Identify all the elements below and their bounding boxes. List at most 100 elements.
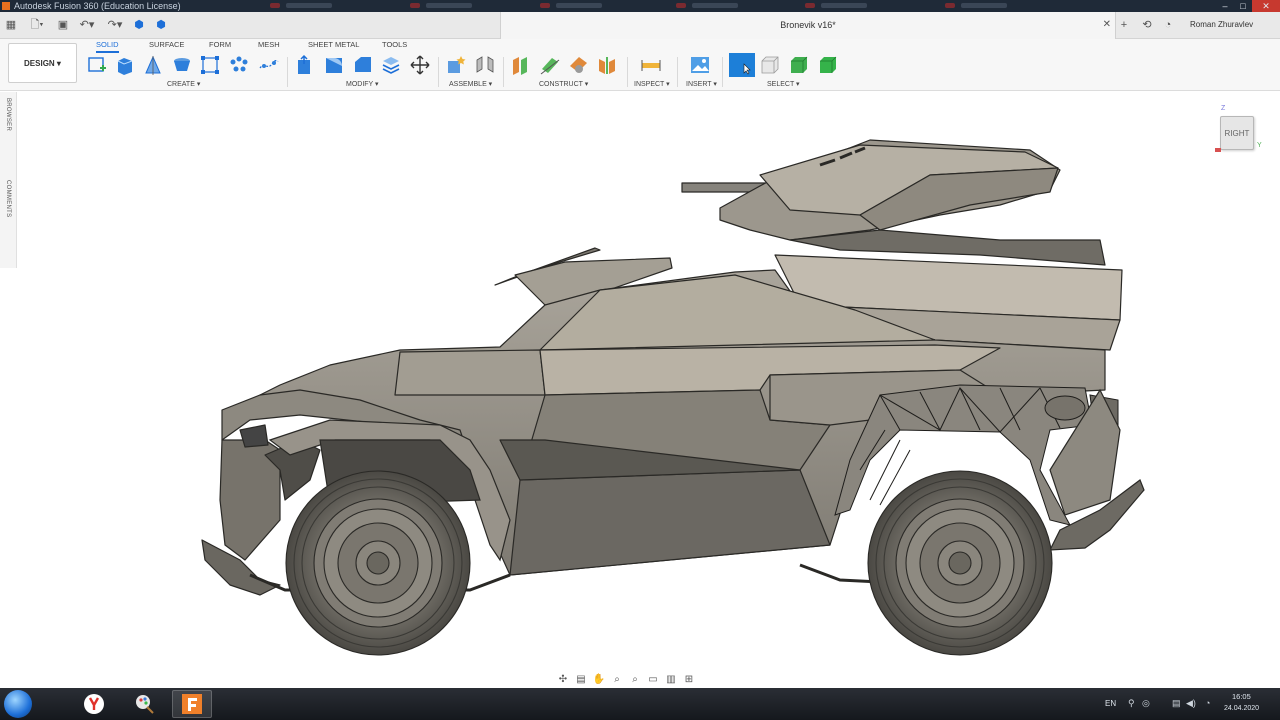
select-box-icon[interactable] xyxy=(759,54,781,76)
tab-solid[interactable]: SOLID xyxy=(96,40,119,53)
background-tab-icon xyxy=(805,3,815,8)
viewports-icon[interactable]: ⊞ xyxy=(681,673,697,687)
browser-panel-toggle[interactable]: BROWSER xyxy=(5,98,11,131)
plane-at-angle-icon[interactable] xyxy=(539,54,561,76)
group-separator xyxy=(722,57,723,87)
tray-expand-icon[interactable]: ⚲ xyxy=(1128,698,1135,709)
pan-hand-icon[interactable]: ✋ xyxy=(591,673,607,687)
group-modify[interactable]: MODIFY ▾ xyxy=(346,80,379,88)
undo-icon[interactable]: ↶▾ xyxy=(78,18,96,32)
file-icon[interactable]: 🗋▾ xyxy=(28,18,46,32)
taskbar-app-paint[interactable] xyxy=(124,690,164,718)
group-separator xyxy=(503,57,504,87)
background-tab-icon xyxy=(410,3,420,8)
fusion-360-icon xyxy=(182,694,202,714)
rectangular-pattern-icon[interactable] xyxy=(199,54,221,76)
group-insert[interactable]: INSERT ▾ xyxy=(686,80,717,88)
group-select[interactable]: SELECT ▾ xyxy=(767,80,800,88)
tab-tools[interactable]: TOOLS xyxy=(382,40,407,49)
close-icon[interactable]: ✕ xyxy=(1252,0,1280,12)
tab-surface[interactable]: SURFACE xyxy=(149,40,184,49)
clock-date[interactable]: 24.04.2020 xyxy=(1224,705,1259,712)
fusion-app-icon xyxy=(2,2,10,10)
vehicle-model[interactable] xyxy=(17,92,1280,688)
taskbar-app-yandex[interactable] xyxy=(74,690,114,718)
select-body-icon[interactable] xyxy=(817,54,839,76)
job-status-icon[interactable]: ⬢ xyxy=(132,18,146,32)
background-tab xyxy=(961,3,1007,8)
background-tab-icon xyxy=(945,3,955,8)
group-separator xyxy=(287,57,288,87)
side-panel: BROWSER COMMENTS xyxy=(0,92,17,268)
mirror-icon[interactable] xyxy=(258,54,280,76)
sweep-icon[interactable] xyxy=(171,54,193,76)
redo-icon[interactable]: ↷▾ xyxy=(106,18,124,32)
os-taskbar: EN ⚲ ◎ ▤ ◀) ◔ 16:05 24.04.2020 xyxy=(0,688,1280,720)
offset-plane-icon[interactable] xyxy=(510,54,532,76)
new-tab-icon[interactable]: + xyxy=(1117,18,1131,32)
canvas-viewport[interactable] xyxy=(17,92,1280,688)
midplane-icon[interactable] xyxy=(596,54,618,76)
clock-history-icon[interactable]: ◔ xyxy=(1161,18,1175,32)
press-pull-icon[interactable] xyxy=(294,54,316,76)
clock-time[interactable]: 16:05 xyxy=(1232,692,1251,701)
comments-panel-toggle[interactable]: COMMENTS xyxy=(5,180,11,217)
pattern-icon[interactable] xyxy=(228,54,250,76)
extensions-icon[interactable]: ⟲ xyxy=(1140,18,1154,32)
app-bar: ▦ 🗋▾ ▣ ↶▾ ↷▾ ⬢ ⬢ Bronevik v16* ✕ + ⟲ ◔ R… xyxy=(0,12,1280,39)
start-button[interactable] xyxy=(4,690,32,718)
group-inspect[interactable]: INSPECT ▾ xyxy=(634,80,670,88)
revolve-icon[interactable] xyxy=(142,54,164,76)
tangent-plane-icon[interactable] xyxy=(567,54,589,76)
grid-icon[interactable]: ▦ xyxy=(4,18,18,32)
data-panel-icon[interactable]: ⬢ xyxy=(154,18,168,32)
taskbar-app-fusion[interactable] xyxy=(172,690,212,718)
select-component-icon[interactable] xyxy=(788,54,810,76)
volume-icon[interactable]: ◀) xyxy=(1186,698,1196,709)
group-assemble[interactable]: ASSEMBLE ▾ xyxy=(449,80,492,88)
axis-x-marker xyxy=(1215,148,1221,152)
orbit-icon[interactable]: ✣ xyxy=(555,673,571,687)
save-icon[interactable]: ▣ xyxy=(56,18,70,32)
workspace-switcher-button[interactable]: DESIGN ▾ xyxy=(8,43,77,83)
view-cube[interactable]: Z RIGHT Y xyxy=(1210,102,1270,162)
chamfer-icon[interactable] xyxy=(352,54,374,76)
network-icon[interactable]: ◔ xyxy=(1205,698,1210,708)
background-tab-icon xyxy=(270,3,280,8)
insert-image-icon[interactable] xyxy=(689,54,711,76)
tab-form[interactable]: FORM xyxy=(209,40,231,49)
axis-z-label: Z xyxy=(1221,105,1226,112)
new-component-icon[interactable] xyxy=(445,54,467,76)
turret[interactable] xyxy=(681,139,1106,266)
zoom-icon[interactable]: ⌕ xyxy=(609,673,625,687)
move-copy-icon[interactable] xyxy=(409,54,431,76)
view-cube-face-label: RIGHT xyxy=(1224,129,1250,138)
user-name[interactable]: Roman Zhuravlev xyxy=(1190,20,1253,29)
select-icon[interactable] xyxy=(729,53,755,77)
look-at-icon[interactable]: ▤ xyxy=(573,673,589,687)
background-tab xyxy=(821,3,867,8)
display-settings-icon[interactable]: ▭ xyxy=(645,673,661,687)
group-construct[interactable]: CONSTRUCT ▾ xyxy=(539,80,588,88)
group-create[interactable]: CREATE ▾ xyxy=(167,80,200,88)
front-wheel[interactable] xyxy=(285,470,471,656)
maximize-icon[interactable]: □ xyxy=(1234,0,1252,12)
view-cube-face[interactable]: RIGHT xyxy=(1220,116,1254,150)
fillet-icon[interactable] xyxy=(323,54,345,76)
document-tab[interactable]: Bronevik v16* ✕ xyxy=(500,12,1116,39)
extrude-icon[interactable] xyxy=(114,54,136,76)
close-tab-icon[interactable]: ✕ xyxy=(1103,19,1111,30)
language-indicator[interactable]: EN xyxy=(1105,699,1116,708)
shell-icon[interactable] xyxy=(380,54,402,76)
rear-wheel[interactable] xyxy=(867,470,1053,656)
joint-icon[interactable] xyxy=(474,54,496,76)
fit-icon[interactable]: ⌕ xyxy=(627,673,643,687)
measure-icon[interactable] xyxy=(640,54,662,76)
create-sketch-icon[interactable] xyxy=(86,54,108,76)
minimize-icon[interactable]: – xyxy=(1216,0,1234,12)
action-center-icon[interactable]: ▤ xyxy=(1172,698,1181,709)
grid-settings-icon[interactable]: ▥ xyxy=(663,673,679,687)
tab-mesh[interactable]: MESH xyxy=(258,40,280,49)
tab-sheet-metal[interactable]: SHEET METAL xyxy=(308,40,359,49)
tray-app-icon[interactable]: ◎ xyxy=(1142,698,1150,709)
